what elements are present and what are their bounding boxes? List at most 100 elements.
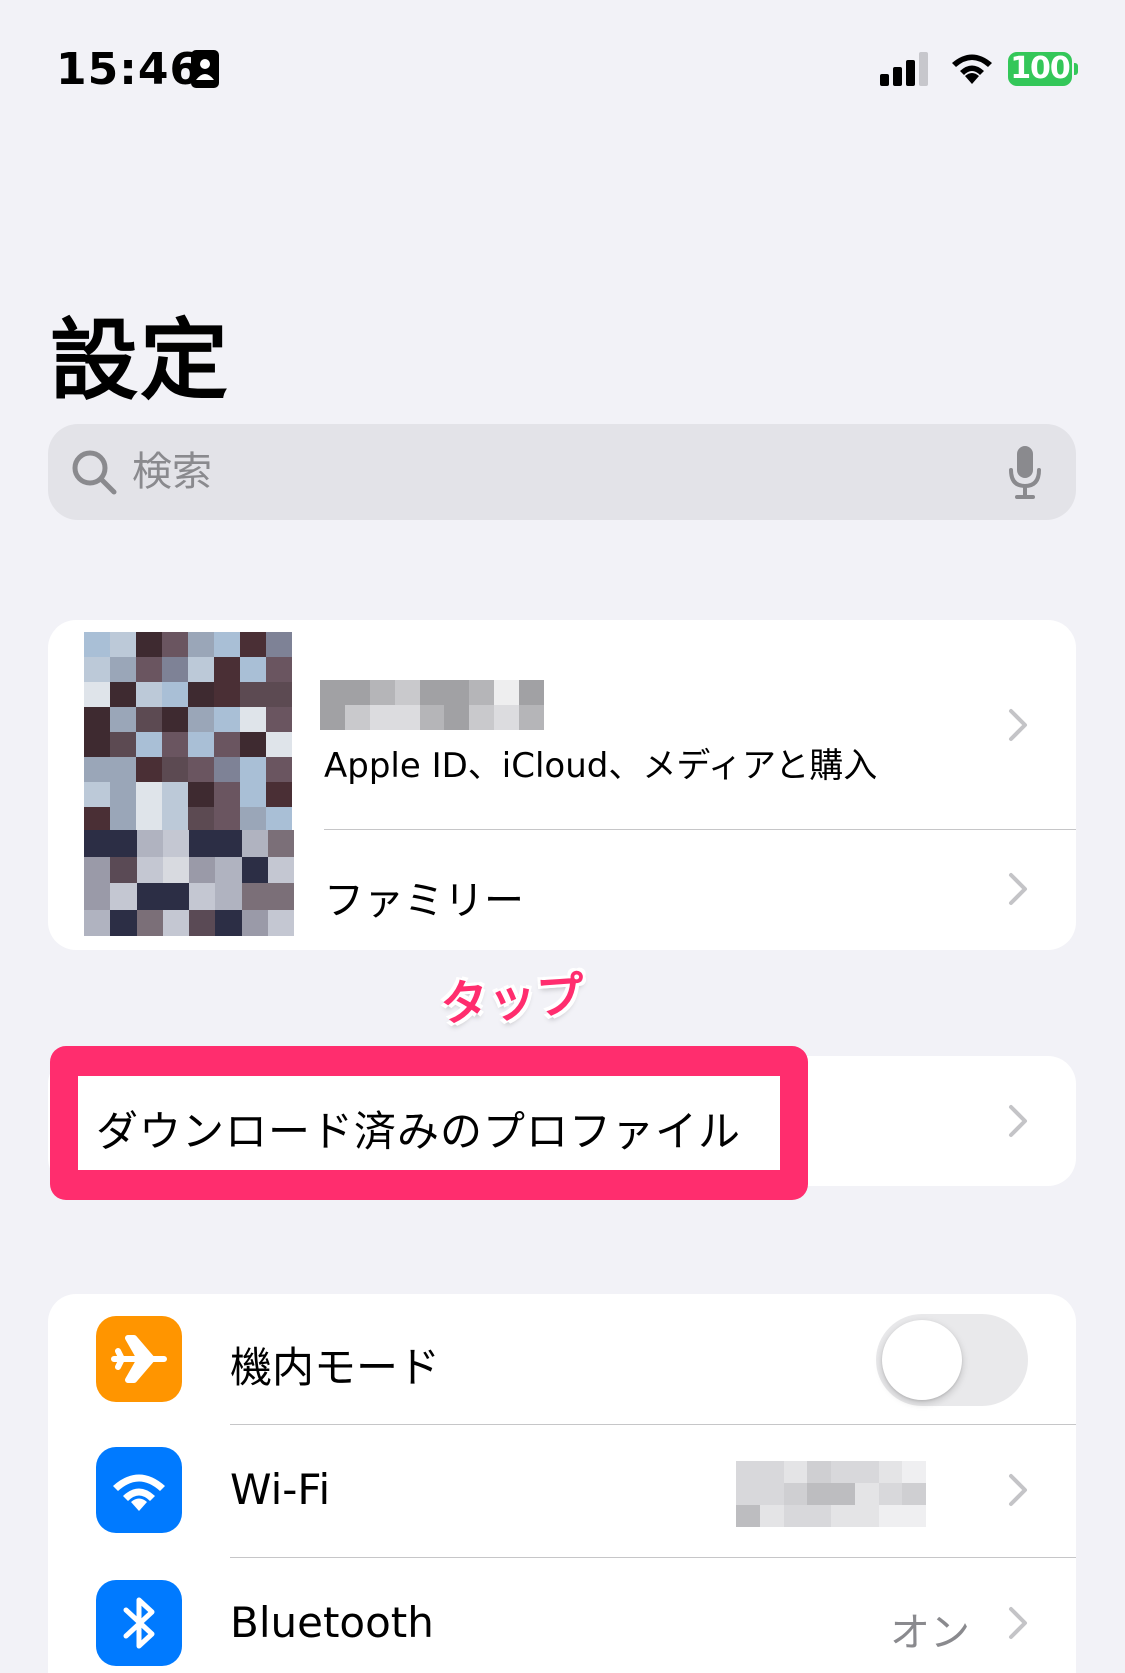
mosaic-cell [110,732,136,757]
airplane-tile [96,1316,182,1402]
mosaic-cell [110,909,137,936]
mosaic-cell [241,830,268,857]
account-subtitle: Apple ID、iCloud、メディアと購入 [324,746,878,786]
mosaic-cell [188,782,214,807]
mosaic-cell [136,707,162,732]
mosaic-cell [162,883,189,910]
mosaic-cell [136,757,162,782]
mosaic-cell [266,732,292,757]
mosaic-cell [519,705,544,730]
mosaic-cell [136,782,162,807]
mosaic-cell [136,732,162,757]
mosaic-cell [469,680,495,705]
connectivity-card: 機内モード Wi-Fi Bluetooth オン [48,1294,1076,1673]
mosaic-cell [783,1505,808,1527]
chevron-right-icon [1009,1607,1027,1639]
mosaic-cell [494,680,520,705]
airplane-mode-toggle[interactable] [876,1314,1028,1406]
tap-annotation: タップ [438,967,587,1033]
mosaic-cell [394,705,420,730]
mosaic-cell [162,807,188,832]
airplane-mode-row[interactable]: 機内モード [48,1294,1076,1424]
mosaic-cell [214,657,240,682]
microphone-icon[interactable] [1008,444,1042,500]
search-input[interactable] [132,438,952,506]
mosaic-cell [320,705,345,730]
search-bar[interactable] [48,424,1076,520]
wifi-row[interactable]: Wi-Fi [48,1425,1076,1557]
mosaic-cell [110,632,136,657]
wifi-icon [952,54,992,84]
mosaic-cell [214,782,240,807]
mosaic-cell [84,707,110,732]
mosaic-cell [807,1505,831,1527]
airplane-icon [111,1335,167,1383]
mosaic-cell [878,1505,903,1527]
mosaic-cell [110,883,137,910]
airplane-mode-label: 機内モード [230,1343,441,1392]
apple-id-row[interactable]: Apple ID、iCloud、メディアと購入 [48,620,1076,832]
chevron-right-icon [1009,1105,1027,1137]
mosaic-cell [266,757,292,782]
mosaic-cell [783,1461,808,1483]
mosaic-cell [162,707,188,732]
mosaic-cell [215,830,242,857]
bluetooth-icon [123,1597,155,1649]
mosaic-cell [110,830,137,857]
mosaic-cell [188,682,214,707]
mosaic-cell [136,632,162,657]
mosaic-cell [84,856,111,883]
mosaic-cell [162,732,188,757]
bluetooth-row[interactable]: Bluetooth オン [48,1558,1076,1673]
mosaic-cell [215,909,242,936]
mosaic-cell [369,705,395,730]
mosaic-cell [110,657,136,682]
wifi-network-blurred [736,1461,926,1527]
mosaic-cell [267,883,294,910]
bluetooth-tile [96,1580,182,1666]
mosaic-cell [136,856,163,883]
mosaic-cell [188,807,214,832]
mosaic-cell [266,632,292,657]
mosaic-cell [188,657,214,682]
mosaic-cell [214,707,240,732]
status-bar: 15:46 100 [0,0,1125,140]
mosaic-cell [110,782,136,807]
mosaic-cell [240,782,266,807]
mosaic-cell [266,782,292,807]
mosaic-cell [736,1461,760,1483]
mosaic-cell [240,632,266,657]
avatar [84,632,292,832]
chevron-right-icon [1009,1474,1027,1506]
mosaic-cell [188,632,214,657]
mosaic-cell [878,1483,903,1505]
mosaic-cell [241,883,268,910]
downloaded-profiles-label[interactable]: ダウンロード済みのプロファイル [96,1098,741,1159]
mosaic-cell [519,680,544,705]
mosaic-cell [266,657,292,682]
mosaic-cell [162,782,188,807]
mosaic-cell [84,757,110,782]
family-row[interactable]: ファミリー [48,830,1076,950]
status-time: 15:46 [56,44,202,95]
mosaic-cell [759,1505,784,1527]
mosaic-cell [419,680,445,705]
mosaic-cell [189,856,216,883]
mosaic-cell [214,632,240,657]
mosaic-cell [394,680,420,705]
bluetooth-label: Bluetooth [230,1598,434,1647]
signal-icon [880,52,928,86]
mosaic-cell [240,757,266,782]
mosaic-cell [494,705,520,730]
mosaic-cell [240,707,266,732]
account-card: Apple ID、iCloud、メディアと購入 ファミリー [48,620,1076,950]
mosaic-cell [266,707,292,732]
mosaic-cell [188,757,214,782]
mosaic-cell [189,830,216,857]
mosaic-cell [162,657,188,682]
mosaic-cell [444,680,470,705]
mosaic-cell [419,705,445,730]
family-avatars [84,830,294,936]
mosaic-cell [469,705,495,730]
mosaic-cell [902,1461,926,1483]
